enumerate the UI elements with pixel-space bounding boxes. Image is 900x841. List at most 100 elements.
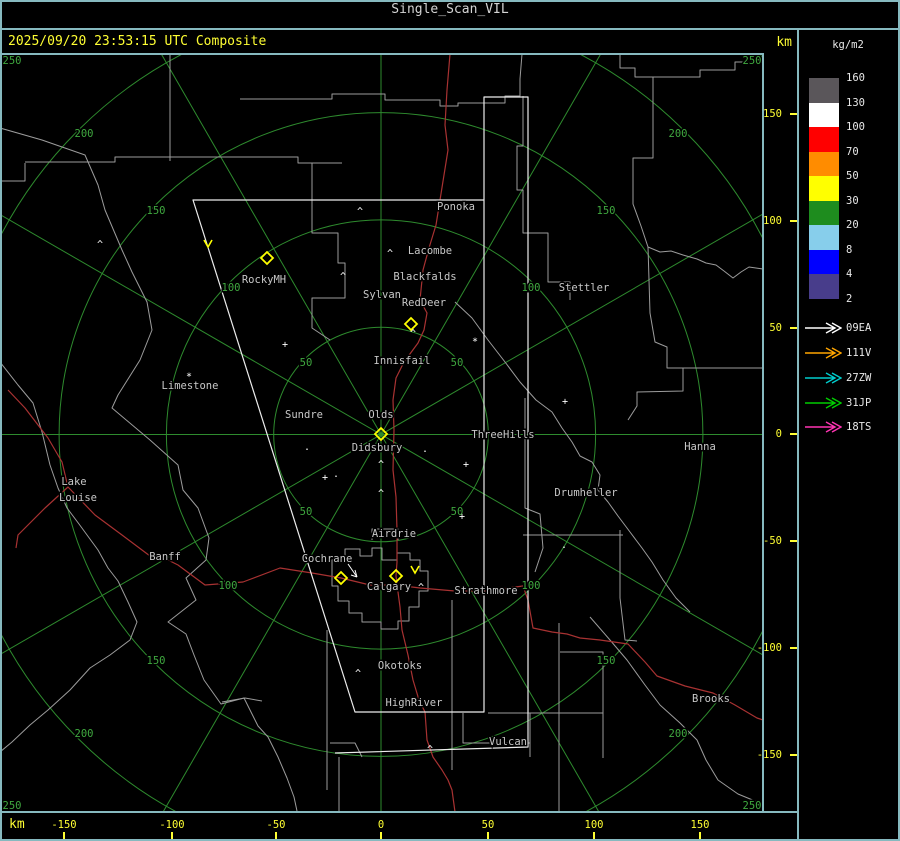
radar-arrow-icon-27ZW: [805, 372, 842, 384]
radar-id-label: 09EA: [846, 322, 872, 334]
colorbar-tick-label: 160: [846, 72, 865, 84]
radar-id-label: 18TS: [846, 421, 872, 433]
town-label: Louise: [59, 492, 97, 504]
bottom-axis-tick: [487, 832, 489, 839]
ring-distance-label: 100: [222, 282, 241, 294]
town-label: Didsbury: [352, 442, 403, 454]
colorbar-tick-label: 20: [846, 219, 859, 231]
town-label: Lacombe: [408, 245, 452, 257]
town-label: Blackfalds: [393, 271, 456, 283]
county-boundary: [311, 163, 346, 341]
colorbar-block: [809, 102, 839, 127]
town-label: Banff: [149, 551, 181, 563]
bottom-axis-tick-label: 50: [481, 819, 495, 831]
county-boundary: [2, 363, 138, 751]
bottom-axis-tick-label: 100: [584, 819, 604, 831]
colorbar-tick-label: 4: [846, 268, 853, 280]
point-marker: ·: [422, 447, 428, 458]
bottom-axis-tick: [593, 832, 595, 839]
radar-map[interactable]: 50 5050 50100 100100 100150 150150 150200 20020…: [2, 55, 762, 811]
ring-distance-label: 200: [669, 128, 688, 140]
colorbar-title: kg/m2: [832, 39, 864, 51]
right-axis-tick-label: 150: [763, 108, 782, 120]
radar-arrow-icon-31JP: [805, 397, 842, 409]
ring-distance-label: 150: [147, 205, 166, 217]
colorbar-block: [809, 151, 839, 176]
right-axis-tick-label: -150: [756, 749, 782, 761]
colorbar-tick-label: 8: [846, 243, 853, 256]
ring-distance-label: 150: [597, 205, 616, 217]
panel-divider: [797, 30, 799, 841]
radar-site-marker: [259, 250, 275, 266]
point-marker: ^: [378, 460, 384, 471]
ring-distance-label: 100: [522, 282, 541, 294]
town-label: Okotoks: [378, 660, 422, 672]
point-marker: +: [322, 473, 328, 484]
right-axis-tick-label: -50: [763, 535, 782, 547]
colorbar-tick-label: 30: [846, 194, 859, 207]
bottom-axis-tick: [63, 832, 65, 839]
ring-distance-label: 50: [451, 357, 464, 369]
radar-arrow-icon-111V: [805, 347, 842, 359]
town-label: Olds: [368, 409, 393, 421]
right-axis-unit: km: [776, 35, 792, 50]
colorbar-tick-label: 50: [846, 170, 859, 182]
ring-distance-label: 250: [743, 800, 762, 811]
bottom-axis-tick: [699, 832, 701, 839]
point-marker: ·: [333, 472, 339, 483]
town-label: ThreeHills: [471, 429, 534, 441]
right-axis-tick: [790, 113, 797, 115]
town-label: RockyMH: [242, 274, 286, 286]
town-label: Hanna: [684, 441, 716, 453]
county-boundary: [589, 616, 762, 806]
colorbar-block: [809, 127, 839, 152]
county-boundary: [647, 246, 762, 279]
bottom-axis-tick-label: 0: [377, 819, 385, 831]
town-label: Ponoka: [437, 201, 475, 213]
colorbar-block: [809, 225, 839, 250]
radar-id-label: 31JP: [846, 397, 872, 409]
radar-arrow-icon-18TS: [805, 421, 842, 433]
ring-distance-label: 150: [147, 655, 166, 667]
colorbar-block: [809, 249, 839, 274]
bottom-axis-unit: km: [9, 817, 25, 832]
point-marker: ^: [357, 207, 363, 218]
county-boundary: [627, 367, 684, 421]
radar-arrow-icon-09EA: [805, 322, 842, 334]
colorbar-block: [809, 200, 839, 225]
town-label: Airdrie: [372, 528, 416, 540]
right-axis-tick: [790, 327, 797, 329]
right-axis-tick: [790, 647, 797, 649]
radar-id-label: 27ZW: [846, 372, 872, 384]
window-title: Single_Scan_VIL: [391, 2, 509, 17]
town-label: HighRiver: [386, 697, 443, 709]
town-label: Lake: [61, 476, 86, 488]
point-marker: *: [472, 337, 478, 348]
point-marker: +: [463, 460, 469, 471]
ring-distance-label: 100: [219, 580, 238, 592]
storm-vector-marker: [203, 239, 213, 249]
town-label: Sylvan: [363, 289, 401, 301]
right-axis-tick-label: -100: [756, 642, 782, 654]
point-marker: ^: [340, 272, 346, 283]
ring-distance-label: 200: [75, 728, 94, 740]
point-marker: ^: [378, 489, 384, 500]
town-label: RedDeer: [402, 297, 446, 309]
county-boundary: [454, 301, 691, 613]
radar-app-window: Single_Scan_VIL 2025/09/20 23:53:15 UTC …: [0, 0, 900, 841]
point-marker: +: [562, 397, 568, 408]
point-marker: ^: [97, 240, 103, 251]
point-marker: ·: [304, 445, 310, 456]
town-label: Innisfail: [374, 355, 431, 367]
colorbar-tick-label: 2: [846, 292, 853, 305]
colorbar-tick-label: 70: [846, 145, 859, 158]
ring-distance-label: 250: [743, 55, 762, 67]
right-axis-tick-label: 50: [769, 322, 782, 334]
right-axis-tick: [790, 754, 797, 756]
ring-distance-label: 150: [597, 655, 616, 667]
right-axis-tick: [790, 540, 797, 542]
county-boundary: [516, 96, 571, 300]
highway-line: [7, 389, 69, 549]
town-label: Strathmore: [454, 585, 517, 597]
small-arrow-icon: [347, 563, 358, 578]
